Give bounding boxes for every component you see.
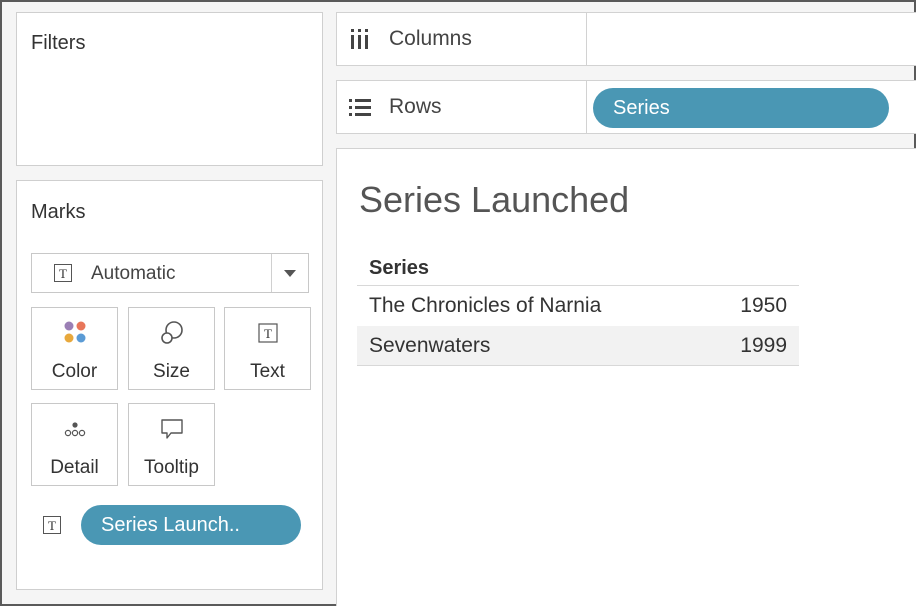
rows-icon: [349, 99, 371, 116]
filters-card[interactable]: Filters: [16, 12, 323, 166]
columns-icon: [351, 29, 368, 49]
svg-text:T: T: [59, 266, 67, 281]
chevron-down-icon[interactable]: [284, 270, 296, 277]
svg-text:T: T: [48, 518, 56, 533]
text-label: Text: [250, 361, 285, 382]
text-mark-icon: T: [54, 264, 72, 282]
row-launch-year: 1950: [740, 294, 787, 317]
row-series-name: Sevenwaters: [369, 334, 491, 357]
marks-card: Marks T Automatic Color Size T Text Deta…: [16, 180, 323, 590]
text-button[interactable]: T Text: [224, 307, 311, 390]
rows-label: Rows: [389, 95, 442, 118]
series-launched-pill[interactable]: Series Launch..: [81, 505, 301, 545]
series-column-header[interactable]: Series: [369, 257, 429, 280]
row-series-name: The Chronicles of Narnia: [369, 294, 602, 317]
marks-field-row: T Series Launch..: [43, 505, 313, 545]
color-label: Color: [51, 361, 98, 382]
workspace-frame: Filters Marks T Automatic Color Size T T…: [0, 0, 916, 606]
size-icon: [160, 321, 183, 344]
detail-button[interactable]: Detail: [31, 403, 118, 486]
rows-shelf[interactable]: Rows Series: [336, 80, 916, 134]
rows-shelf-header: Rows: [337, 81, 587, 133]
mark-type-label: Automatic: [91, 263, 176, 284]
tooltip-label: Tooltip: [144, 457, 199, 478]
dropdown-separator: [271, 254, 272, 292]
tooltip-icon: [160, 419, 183, 439]
color-icon: [64, 321, 85, 343]
table-row[interactable]: Sevenwaters 1999: [357, 326, 799, 366]
columns-shelf[interactable]: Columns: [336, 12, 916, 66]
svg-text:T: T: [264, 326, 272, 341]
view-area: Series Launched Series The Chronicles of…: [336, 148, 916, 606]
size-label: Size: [153, 361, 190, 382]
marks-title: Marks: [31, 201, 86, 223]
detail-label: Detail: [50, 457, 99, 478]
columns-shelf-header: Columns: [337, 13, 587, 65]
detail-icon: [64, 422, 85, 437]
sheet-title: Series Launched: [359, 179, 630, 220]
tooltip-button[interactable]: Tooltip: [128, 403, 215, 486]
series-rows-pill[interactable]: Series: [593, 88, 889, 128]
table-row[interactable]: The Chronicles of Narnia 1950: [357, 286, 799, 326]
text-encoding-icon: T: [43, 516, 61, 534]
color-button[interactable]: Color: [31, 307, 118, 390]
columns-label: Columns: [389, 27, 472, 50]
row-launch-year: 1999: [740, 334, 787, 357]
filters-title: Filters: [31, 32, 86, 54]
size-button[interactable]: Size: [128, 307, 215, 390]
mark-type-dropdown[interactable]: T Automatic: [31, 253, 309, 293]
text-icon: T: [257, 323, 278, 343]
